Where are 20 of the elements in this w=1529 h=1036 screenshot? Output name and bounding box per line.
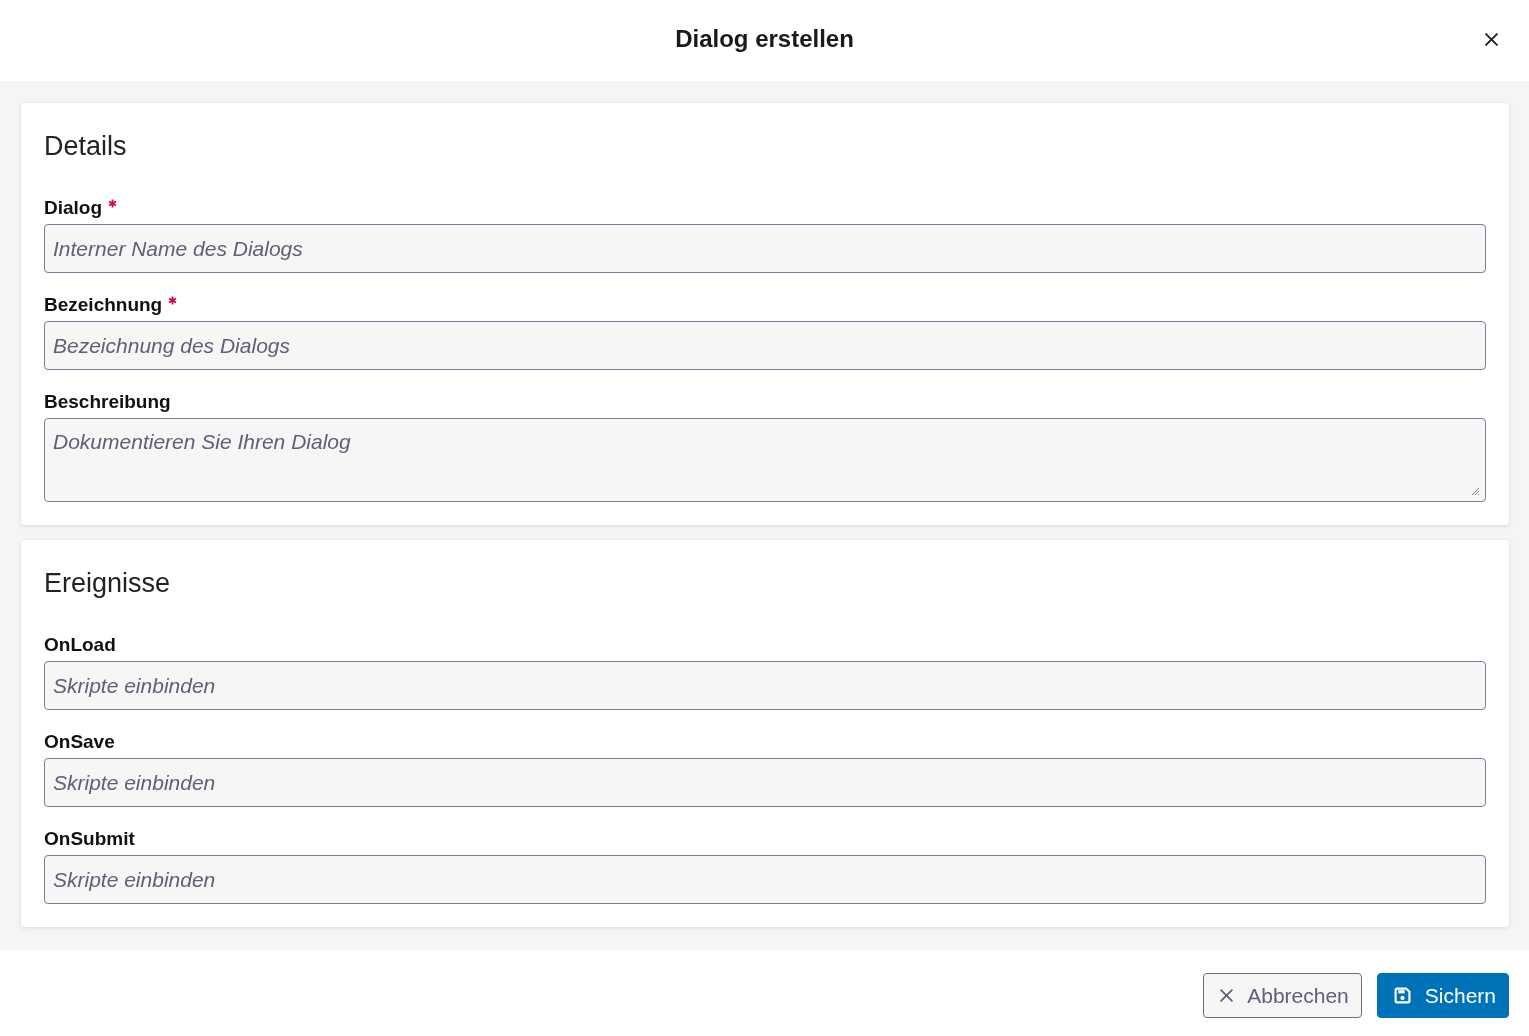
field-label: Bezeichnung [44,293,163,317]
field-label: OnLoad [44,633,116,657]
field-label: OnSave [44,730,115,754]
close-icon [1484,32,1498,46]
text-input-field[interactable]: Skripte einbinden [44,855,1486,904]
section-title: Details [44,130,128,163]
text-input-field[interactable]: Skripte einbinden [44,758,1486,807]
close-icon [1220,989,1234,1002]
text-input-field[interactable]: Skripte einbinden [44,661,1486,710]
textarea-field[interactable]: Dokumentieren Sie Ihren Dialog [44,418,1486,502]
dialog-title: Dialog erstellen [675,24,854,54]
field-label: Dialog [44,196,103,220]
field-label: OnSubmit [44,827,135,851]
field-label: Beschreibung [44,390,171,414]
text-input-field[interactable]: Interner Name des Dialogs [44,224,1486,273]
section-title: Ereignisse [44,567,172,600]
cancel-button[interactable]: Abbrechen [1203,973,1362,1018]
resize-grip-icon [1470,486,1480,496]
text-input-field[interactable]: Bezeichnung des Dialogs [44,321,1486,370]
save-button[interactable]: Sichern [1376,973,1509,1018]
